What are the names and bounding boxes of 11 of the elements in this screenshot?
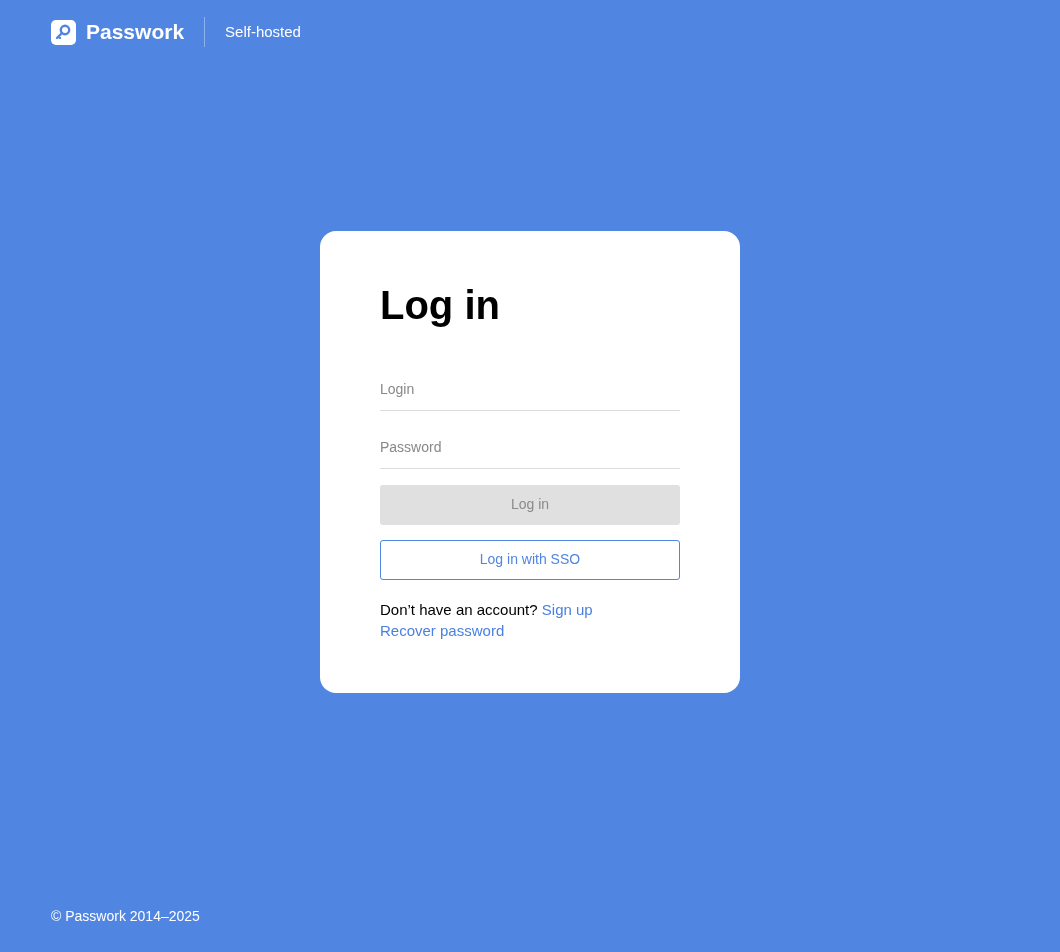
recover-password-link[interactable]: Recover password <box>380 619 505 641</box>
edition-label: Self-hosted <box>225 21 301 42</box>
signup-prompt: Don’t have an account? Sign up <box>380 599 594 620</box>
card-title: Log in <box>380 281 501 329</box>
brand-name: Passwork <box>86 19 185 46</box>
text-field[interactable]: Password <box>380 426 680 469</box>
text-field[interactable]: Login <box>380 368 680 411</box>
copyright-text: © Passwork 2014–2025 <box>51 908 200 924</box>
sso-login-button[interactable]: Log in with SSO <box>380 539 680 580</box>
signup-link[interactable]: Sign up <box>541 600 593 618</box>
key-logo-icon <box>51 19 76 45</box>
